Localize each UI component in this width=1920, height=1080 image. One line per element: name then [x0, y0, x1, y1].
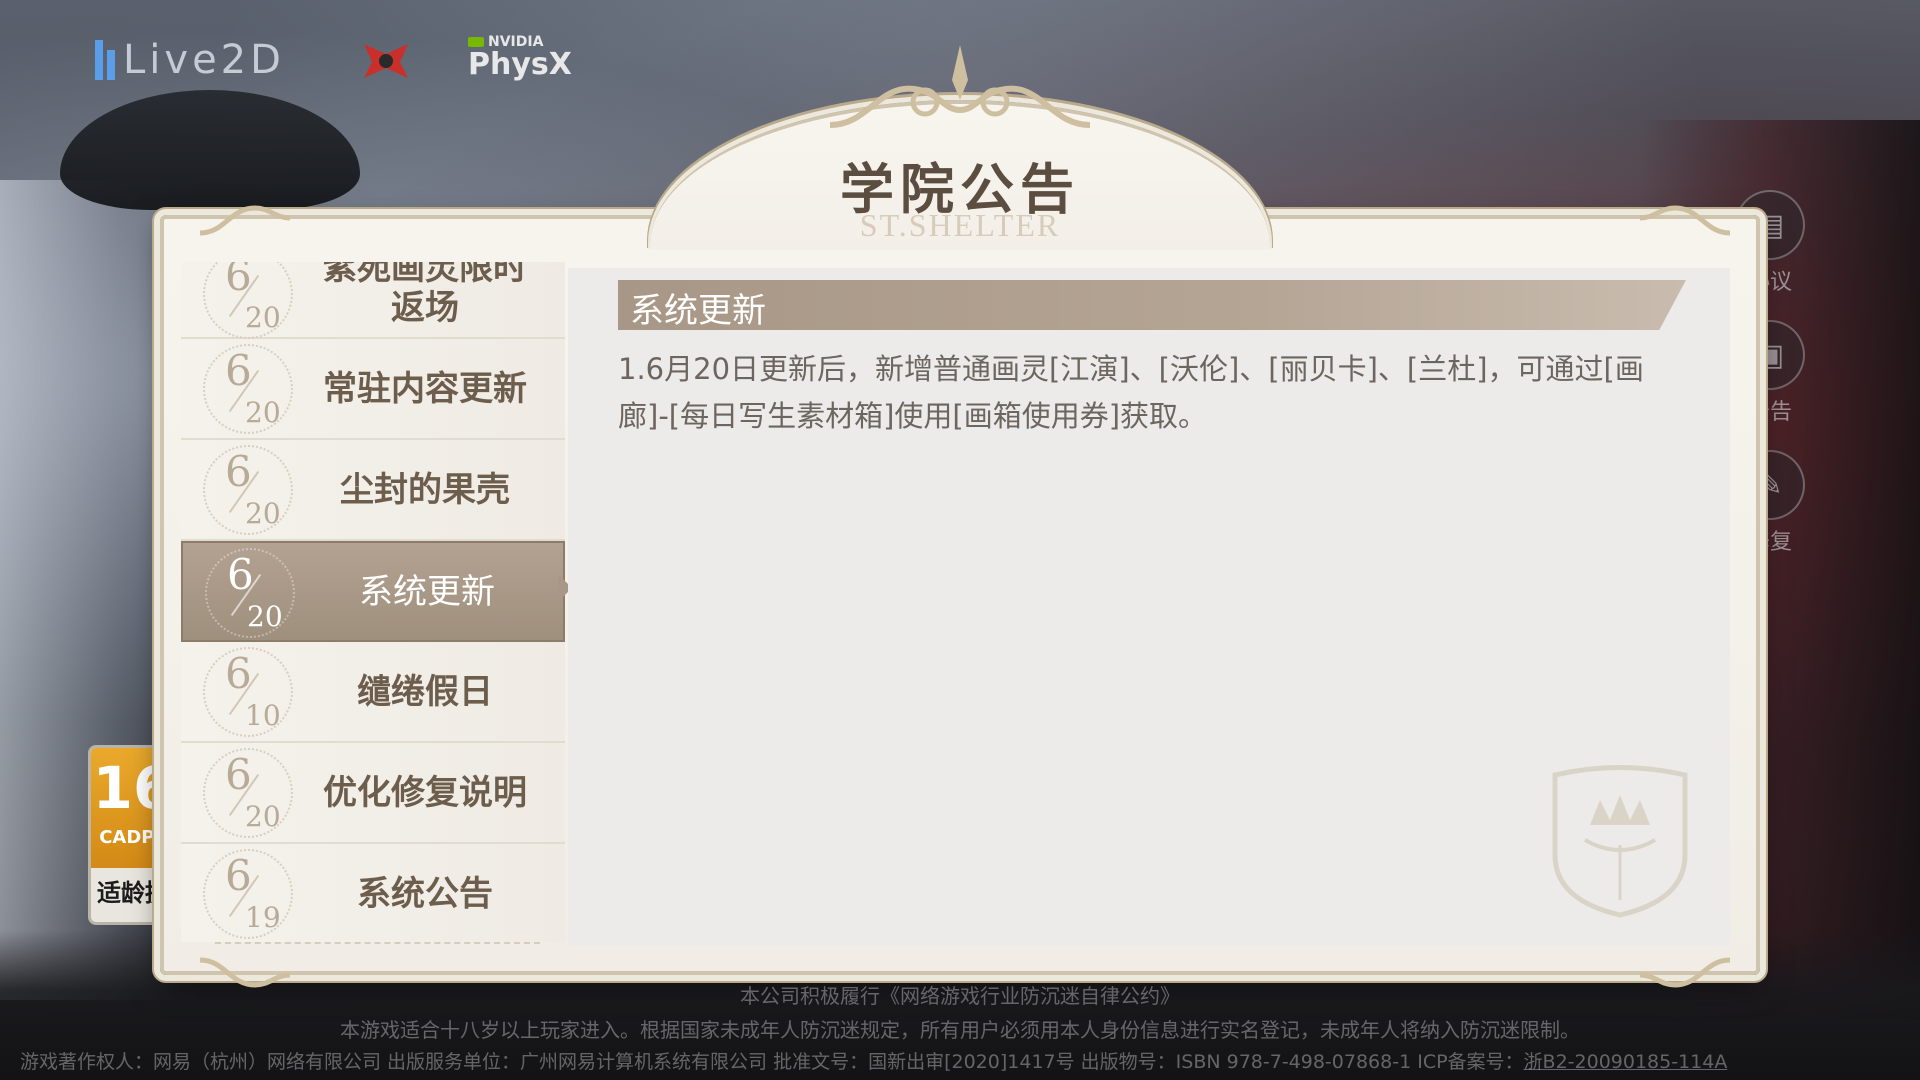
list-item[interactable]: 6 20 常驻内容更新 [181, 339, 565, 440]
date-badge: 6 20 [203, 262, 293, 339]
corner-ornament-icon [1639, 205, 1731, 236]
panel-subtitle: ST.SHELTER [859, 207, 1061, 243]
date-badge: 6 10 [203, 647, 293, 737]
date-month: 6 [227, 550, 254, 599]
footer-anti-addiction-pledge: 本公司积极履行《网络游戏行业防沉迷自律公约》 [740, 984, 1180, 1008]
academy-crest-icon [1552, 765, 1688, 918]
footer-copyright-text: 游戏著作权人：网易（杭州）网络有限公司 出版服务单位：广州网易计算机系统有限公司… [20, 1051, 1524, 1073]
list-item[interactable]: 6 20 紫苑画灵限时 返场 [181, 262, 565, 339]
date-day: 10 [245, 699, 281, 732]
footer-icp-link[interactable]: 浙B2-20090185-114A [1524, 1051, 1728, 1073]
date-badge: 6 20 [205, 548, 295, 638]
date-day: 19 [245, 901, 281, 934]
corner-ornament-icon [199, 205, 291, 236]
content-header-title: 系统更新 [630, 291, 766, 331]
date-day: 20 [245, 800, 281, 833]
background-hat [60, 90, 360, 210]
content-body-text: 1.6月20日更新后，新增普通画灵[江演]、[沃伦]、[丽贝卡]、[兰杜]，可通… [618, 352, 1644, 433]
list-item-title: 缱绻假日 [357, 671, 493, 712]
list-item-title: 系统公告 [357, 873, 493, 914]
announcement-list[interactable]: 6 20 紫苑画灵限时 返场 6 20 常驻内容更新 6 20 尘封的果壳 6 … [181, 262, 565, 942]
list-item[interactable]: 6 20 优化修复说明 [181, 743, 565, 844]
date-badge: 6 20 [203, 344, 293, 434]
live2d-logo: Live2D [95, 35, 285, 85]
list-divider [215, 942, 540, 944]
list-item[interactable]: 6 10 缱绻假日 [181, 642, 565, 743]
nvidia-eye-icon [468, 37, 484, 47]
list-item-title-line1: 紫苑画灵限时 [323, 262, 527, 288]
content-header-bar [618, 280, 1686, 330]
list-item-active[interactable]: 6 20 系统更新 [181, 541, 565, 642]
list-item[interactable]: 6 20 尘封的果壳 [181, 440, 565, 541]
date-day: 20 [245, 301, 281, 334]
date-day: 20 [245, 396, 281, 429]
physx-text: PhysX [468, 47, 572, 82]
footer-copyright: 游戏著作权人：网易（杭州）网络有限公司 出版服务单位：广州网易计算机系统有限公司… [20, 1047, 1920, 1074]
date-month: 6 [225, 346, 252, 395]
date-badge: 6 20 [203, 748, 293, 838]
list-item-title-line2: 返场 [391, 288, 459, 328]
list-item-title: 常驻内容更新 [323, 368, 527, 409]
date-month: 6 [225, 262, 252, 300]
date-month: 6 [225, 447, 252, 496]
physx-logo: NVIDIA PhysX [468, 34, 572, 80]
list-item-title: 优化修复说明 [323, 772, 527, 813]
date-month: 6 [225, 649, 252, 698]
live2d-bars-icon [95, 40, 115, 80]
crown-ornament-icon [829, 45, 1091, 128]
date-badge: 6 20 [203, 445, 293, 535]
list-item[interactable]: 6 19 系统公告 [181, 844, 565, 942]
date-month: 6 [225, 750, 252, 799]
list-item-title: 系统更新 [359, 571, 495, 612]
date-day: 20 [245, 497, 281, 530]
live2d-logo-text: Live2D [123, 37, 285, 83]
list-item-title: 尘封的果壳 [340, 469, 510, 510]
date-badge: 6 19 [203, 849, 293, 939]
date-month: 6 [225, 851, 252, 900]
footer-age-notice: 本游戏适合十八岁以上玩家进入。根据国家未成年人防沉迷规定，所有用户必须用本人身份… [340, 1018, 1580, 1042]
date-day: 20 [247, 600, 283, 633]
red-emblem-icon [364, 44, 408, 78]
